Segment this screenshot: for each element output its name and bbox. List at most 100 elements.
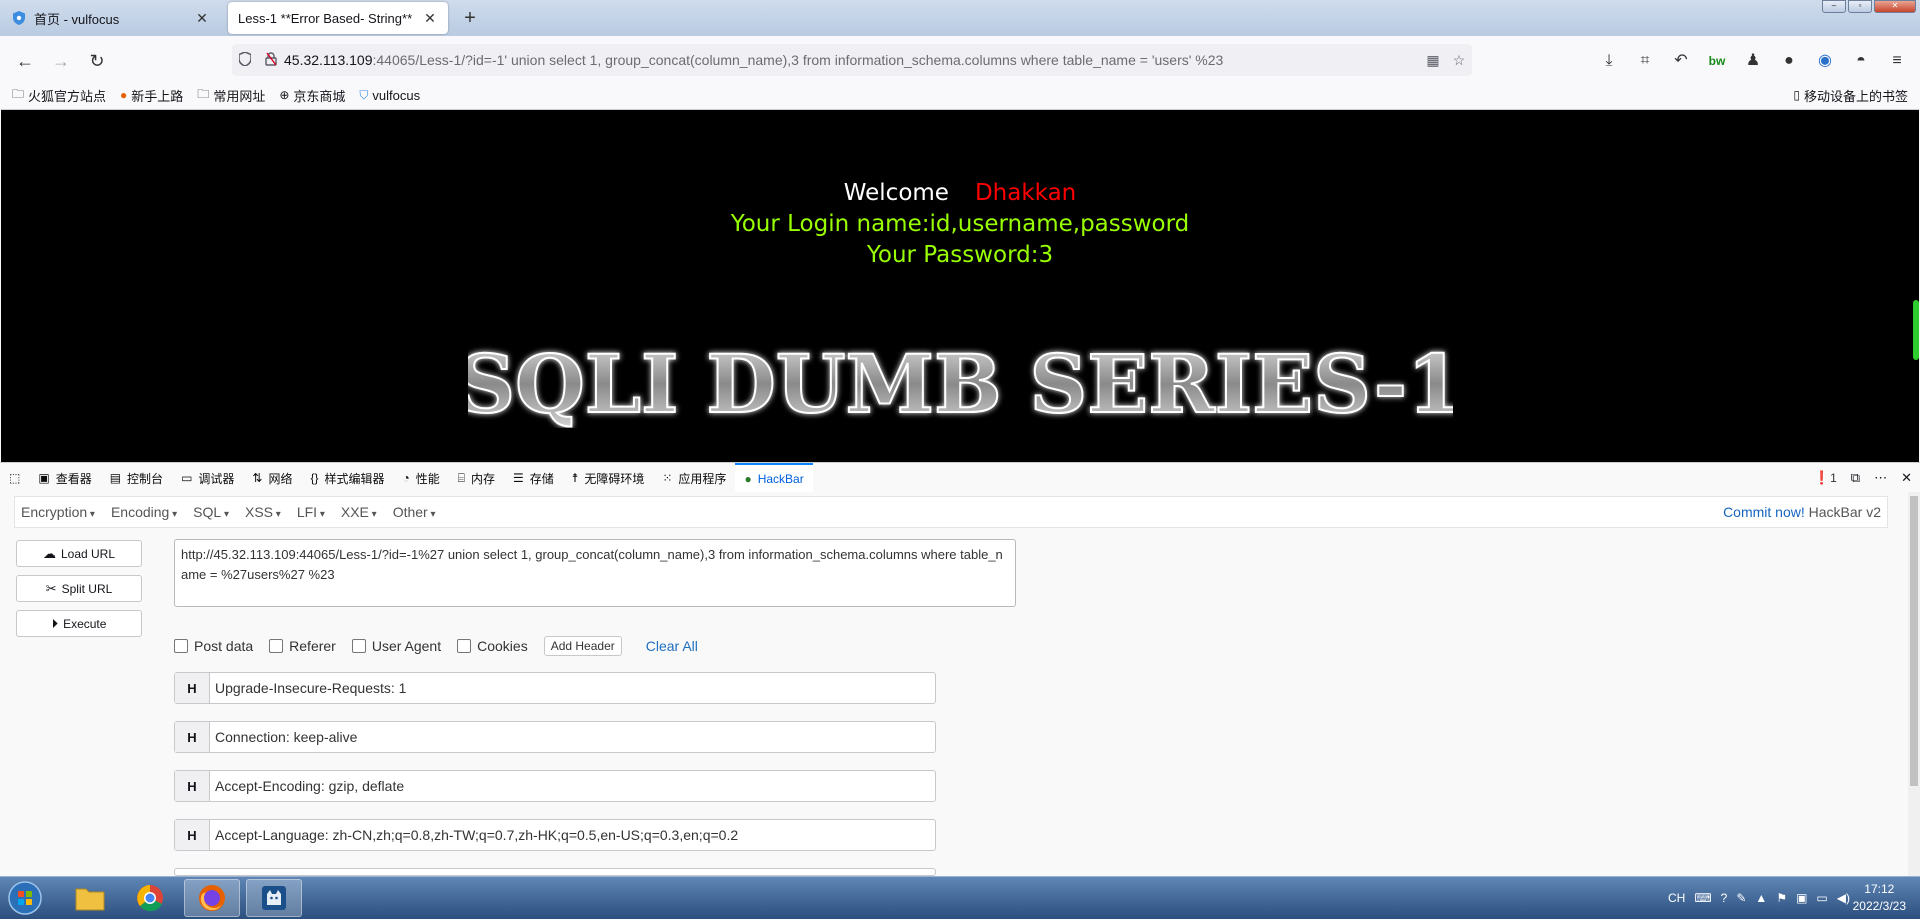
- undo-icon[interactable]: ↶: [1668, 48, 1694, 74]
- close-icon[interactable]: ✕: [422, 10, 438, 27]
- mobile-bookmarks[interactable]: ▯ 移动设备上的书签: [1793, 82, 1908, 108]
- new-tab-button[interactable]: +: [458, 6, 482, 30]
- tab-debugger[interactable]: ▭ 调试器: [172, 463, 243, 493]
- page-scroll-indicator[interactable]: [1913, 300, 1919, 360]
- minimize-icon[interactable]: –: [1822, 0, 1846, 13]
- lock-icon[interactable]: [258, 51, 284, 69]
- extension-icon[interactable]: ♟: [1740, 48, 1766, 74]
- menu-encoding[interactable]: Encoding: [111, 504, 177, 520]
- tab-hackbar[interactable]: ● HackBar: [735, 463, 813, 493]
- checkbox[interactable]: [457, 639, 472, 653]
- keyboard-icon[interactable]: ⌨: [1694, 891, 1711, 905]
- menu-xss[interactable]: XSS: [245, 504, 281, 520]
- close-devtools-icon[interactable]: ✕: [1901, 470, 1912, 486]
- help-icon[interactable]: ?: [1721, 891, 1728, 905]
- tab-application[interactable]: ⁙ 应用程序: [653, 463, 735, 493]
- hat-icon[interactable]: ◓: [1848, 48, 1874, 74]
- close-icon[interactable]: ✕: [194, 10, 210, 27]
- file-explorer-icon[interactable]: [62, 879, 118, 917]
- network-tray-icon[interactable]: ▣: [1796, 891, 1807, 905]
- bookmark-item[interactable]: 🗀 火狐官方站点: [12, 85, 106, 106]
- bookmark-item[interactable]: ● 新手上路: [120, 86, 183, 105]
- chrome-icon[interactable]: [122, 879, 178, 917]
- header-value[interactable]: Connection: keep-alive: [210, 729, 357, 745]
- tab-vulfocus[interactable]: 首页 - vulfocus ✕: [2, 2, 220, 34]
- volume-icon[interactable]: ◀): [1837, 891, 1850, 905]
- header-row-partial: [174, 868, 936, 876]
- header-row[interactable]: H Accept-Encoding: gzip, deflate: [174, 770, 936, 802]
- star-icon[interactable]: ☆: [1446, 52, 1472, 69]
- tracking-shield-icon[interactable]: [232, 50, 258, 69]
- menu-encryption[interactable]: Encryption: [21, 504, 95, 520]
- menu-icon[interactable]: ≡: [1884, 48, 1910, 74]
- commit-link[interactable]: Commit now!: [1723, 504, 1805, 520]
- url-textarea[interactable]: http://45.32.113.109:44065/Less-1/?id=-1…: [174, 539, 1016, 607]
- tab-performance[interactable]: ◔ 性能: [394, 463, 449, 493]
- header-value[interactable]: Accept-Encoding: gzip, deflate: [210, 778, 404, 794]
- header-row[interactable]: H Accept-Language: zh-CN,zh;q=0.8,zh-TW;q…: [174, 819, 936, 851]
- menu-xxe[interactable]: XXE: [341, 504, 377, 520]
- url-bar[interactable]: 45.32.113.109:44065/Less-1/?id=-1' union…: [232, 44, 1472, 76]
- screenshot-crop-icon[interactable]: ⌗: [1632, 48, 1658, 74]
- download-icon[interactable]: ⤓: [1596, 48, 1622, 74]
- cookies-option[interactable]: Cookies: [457, 638, 528, 654]
- record-icon[interactable]: ●: [1776, 48, 1802, 74]
- execute-button[interactable]: ⏵ Execute: [16, 610, 142, 637]
- header-row[interactable]: H Upgrade-Insecure-Requests: 1: [174, 672, 936, 704]
- bookmark-item[interactable]: ⊕ 京东商城: [279, 86, 345, 105]
- tab-style-editor[interactable]: {} 样式编辑器: [302, 463, 394, 493]
- cat-app-icon[interactable]: [246, 879, 302, 917]
- post-data-option[interactable]: Post data: [174, 638, 253, 654]
- tab-less-1[interactable]: Less-1 **Error Based- String** ✕: [228, 2, 448, 34]
- checkbox[interactable]: [174, 639, 188, 653]
- start-button[interactable]: [0, 879, 50, 917]
- cloud-download-icon: ☁: [42, 545, 56, 561]
- tab-console[interactable]: ▤ 控制台: [101, 463, 172, 493]
- tab-network[interactable]: ⇅ 网络: [243, 463, 301, 493]
- header-row[interactable]: H Connection: keep-alive: [174, 721, 936, 753]
- console-icon: ▤: [109, 471, 122, 485]
- load-url-button[interactable]: ☁ Load URL: [16, 540, 142, 567]
- referer-option[interactable]: Referer: [269, 638, 336, 654]
- tab-inspector[interactable]: ▣ 查看器: [29, 463, 100, 493]
- devtools-scrollbar[interactable]: [1908, 492, 1920, 876]
- checkbox[interactable]: [351, 639, 366, 653]
- scrollbar-thumb[interactable]: [1910, 496, 1918, 786]
- checkbox[interactable]: [269, 639, 284, 653]
- monitor-icon[interactable]: ▭: [1816, 891, 1827, 905]
- pen-icon[interactable]: ✎: [1736, 891, 1746, 905]
- menu-other[interactable]: Other: [393, 504, 436, 520]
- globe-extension-icon[interactable]: ◉: [1812, 48, 1838, 74]
- firefox-taskbar-icon[interactable]: [184, 879, 240, 917]
- maximize-icon[interactable]: ▫: [1848, 0, 1872, 13]
- header-value[interactable]: Accept-Language: zh-CN,zh;q=0.8,zh-TW;q=…: [210, 827, 738, 843]
- show-hidden-icons-icon[interactable]: ▲: [1755, 891, 1767, 905]
- option-label: Cookies: [477, 638, 528, 654]
- dock-icon[interactable]: ⧉: [1851, 470, 1860, 486]
- split-url-button[interactable]: ✂ Split URL: [16, 575, 142, 602]
- clock[interactable]: 17:12 2022/3/23: [1853, 881, 1906, 915]
- error-count[interactable]: ❗1: [1814, 470, 1837, 486]
- back-arrow-icon[interactable]: ←: [12, 48, 38, 74]
- add-header-button[interactable]: Add Header: [543, 636, 622, 656]
- tab-accessibility[interactable]: ☨ 无障碍环境: [563, 463, 654, 493]
- menu-sql[interactable]: SQL: [193, 504, 229, 520]
- reload-icon[interactable]: ↻: [84, 48, 110, 74]
- user-agent-option[interactable]: User Agent: [351, 638, 441, 654]
- tab-label: 调试器: [198, 471, 235, 486]
- forward-arrow-icon[interactable]: →: [48, 48, 74, 74]
- tab-memory[interactable]: ⌸ 内存: [449, 463, 504, 493]
- header-value[interactable]: Upgrade-Insecure-Requests: 1: [210, 680, 406, 696]
- ime-indicator[interactable]: CH: [1668, 891, 1685, 905]
- bookmark-item[interactable]: ⛉ vulfocus: [359, 88, 420, 103]
- bookmark-item[interactable]: 🗀 常用网址: [197, 85, 265, 106]
- clear-all-link[interactable]: Clear All: [646, 638, 698, 654]
- menu-lfi[interactable]: LFI: [297, 504, 325, 520]
- tab-storage[interactable]: ☰ 存储: [504, 463, 563, 493]
- bw-extension-icon[interactable]: bw: [1704, 48, 1730, 74]
- qr-code-icon[interactable]: ▦: [1420, 52, 1446, 69]
- close-window-icon[interactable]: ✕: [1874, 0, 1916, 13]
- flag-icon[interactable]: ⚑: [1776, 891, 1787, 905]
- pick-element-icon[interactable]: ⬚: [0, 463, 29, 493]
- more-options-icon[interactable]: ⋯: [1874, 470, 1887, 486]
